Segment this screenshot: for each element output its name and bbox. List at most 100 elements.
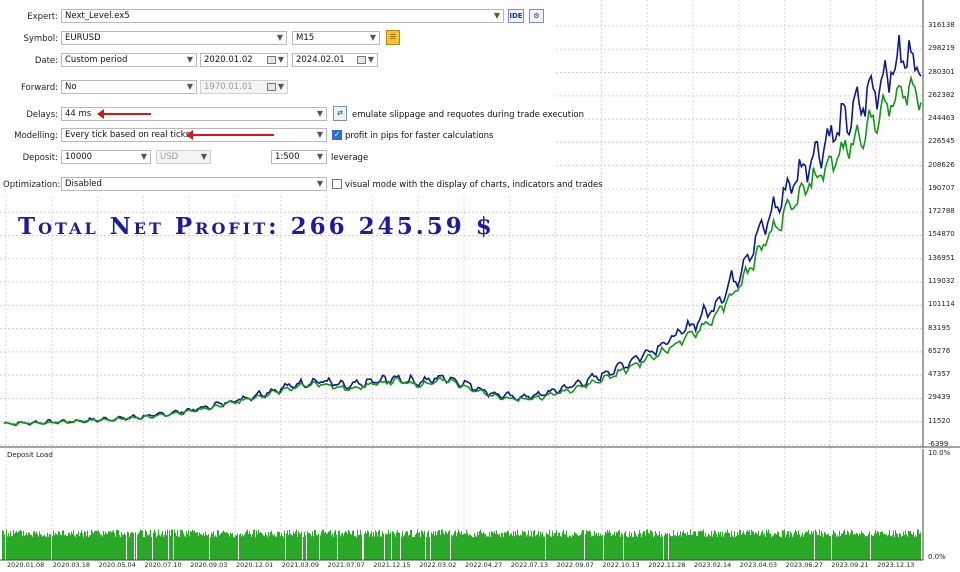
slippage-settings-icon[interactable]: ⇄ (333, 106, 347, 121)
leverage-select[interactable]: 1:500 ▼ (271, 150, 327, 164)
deposit-load-bar (470, 535, 471, 560)
deposit-load-bar (196, 532, 197, 560)
forward-value: No (65, 82, 77, 92)
deposit-load-bar (20, 529, 21, 560)
deposit-load-bar (879, 535, 880, 560)
ide-button[interactable]: IDE (508, 9, 524, 23)
deposit-load-bar (611, 536, 612, 560)
deposit-load-bar (567, 536, 568, 560)
deposit-load-bar (278, 531, 279, 560)
y-tick-label: 280301 (928, 67, 955, 76)
deposit-load-bar (440, 534, 441, 560)
x-tick-label: 2023.04.03 (739, 561, 778, 569)
deposit-load-bar (373, 532, 374, 560)
deposit-load-bar (773, 535, 774, 560)
deposit-load-bar (181, 530, 182, 560)
deposit-load-bar (639, 530, 640, 560)
deposit-load-bar (73, 530, 74, 560)
period-select[interactable]: Custom period ▼ (61, 53, 197, 67)
deposit-load-bar (95, 530, 96, 560)
timeframe-select[interactable]: M15 ▼ (292, 31, 380, 45)
y-tick-label: 298219 (928, 44, 955, 53)
deposit-load-bar (180, 529, 181, 560)
deposit-load-bar (753, 531, 754, 560)
deposit-load-bar (595, 534, 596, 560)
deposit-load-bar (385, 534, 386, 560)
deposit-load-bar (462, 534, 463, 560)
deposit-load-bar (868, 534, 869, 560)
deposit-load-bar (369, 536, 370, 560)
deposit-load-bar (673, 530, 674, 560)
x-tick-label: 2022.11.28 (648, 561, 686, 569)
deposit-load-bar (541, 534, 542, 560)
deposit-load-bar (283, 537, 284, 560)
deposit-load-bar (895, 530, 896, 560)
deposit-load-bar (233, 537, 234, 560)
deposit-load-bar (420, 537, 421, 560)
chevron-down-icon: ▼ (277, 82, 284, 91)
visual-mode-checkbox[interactable] (332, 179, 342, 189)
y-tick-label: 11520 (928, 416, 951, 425)
deposit-load-bar (913, 532, 914, 560)
deposit-load-bar (581, 532, 582, 560)
calendar-icon (267, 83, 276, 91)
deposit-load-bar (538, 530, 539, 560)
deposit-load-bar (192, 529, 193, 560)
deposit-load-bar (449, 530, 450, 560)
deposit-load-bar (315, 529, 316, 560)
optimization-select[interactable]: Disabled ▼ (61, 177, 327, 191)
deposit-load-bar (915, 535, 916, 560)
deposit-load-bar (760, 535, 761, 560)
deposit-load-bar (179, 536, 180, 560)
deposit-load-bar (745, 534, 746, 560)
deposit-load-bar (591, 536, 592, 560)
deposit-load-bar (206, 534, 207, 560)
deposit-load-bar (519, 535, 520, 560)
x-tick-label: 2021.07.07 (327, 561, 365, 569)
deposit-load-bar (716, 533, 717, 560)
deposit-load-bar (919, 534, 920, 560)
deposit-load-bar (708, 533, 709, 560)
deposit-load-bar (50, 534, 51, 560)
deposit-load-bar (783, 530, 784, 560)
expert-select[interactable]: Next_Level.ex5 ▼ (61, 9, 504, 23)
deposit-load-bar (834, 532, 835, 560)
deposit-load-bar (733, 537, 734, 560)
deposit-load-bar (582, 529, 583, 560)
deposit-load-bar (502, 532, 503, 560)
deposit-load-bar (664, 535, 665, 560)
symbol-properties-icon[interactable]: ☰ (386, 30, 400, 45)
deposit-load-bar (481, 532, 482, 560)
date-from-input[interactable]: 2020.01.02 ▼ (200, 53, 288, 67)
deposit-load-bar (211, 532, 212, 560)
deposit-load-bar (8, 533, 9, 560)
deposit-load-bar (691, 535, 692, 560)
deposit-load-bar (725, 532, 726, 560)
deposit-load-bar (291, 534, 292, 560)
deposit-load-bar (368, 531, 369, 560)
deposit-load-bar (790, 531, 791, 560)
deposit-load-bar (296, 529, 297, 560)
deposit-load-bar (737, 531, 738, 560)
deposit-load-bar (580, 535, 581, 560)
deposit-load-bar (780, 536, 781, 560)
deposit-load-bar (718, 531, 719, 560)
deposit-load-bar (365, 531, 366, 560)
optimization-value: Disabled (65, 179, 102, 189)
deposit-load-bar (353, 530, 354, 560)
profit-in-pips-checkbox[interactable]: ✓ (332, 130, 342, 140)
symbol-select[interactable]: EURUSD ▼ (61, 31, 287, 45)
deposit-load-bar (507, 530, 508, 560)
forward-select[interactable]: No ▼ (61, 80, 197, 94)
deposit-load-bar (166, 535, 167, 560)
deposit-load-bar (461, 531, 462, 560)
chevron-down-icon: ▼ (186, 82, 193, 91)
date-to-input[interactable]: 2024.02.01 ▼ (292, 53, 378, 67)
deposit-select[interactable]: 10000 ▼ (61, 150, 151, 164)
deposit-load-bar (797, 534, 798, 560)
gear-icon[interactable]: ⚙ (529, 9, 544, 23)
deposit-load-bar (866, 536, 867, 560)
deposit-load-bar (314, 530, 315, 560)
deposit-load-bar (59, 532, 60, 560)
deposit-load-bar (224, 531, 225, 560)
